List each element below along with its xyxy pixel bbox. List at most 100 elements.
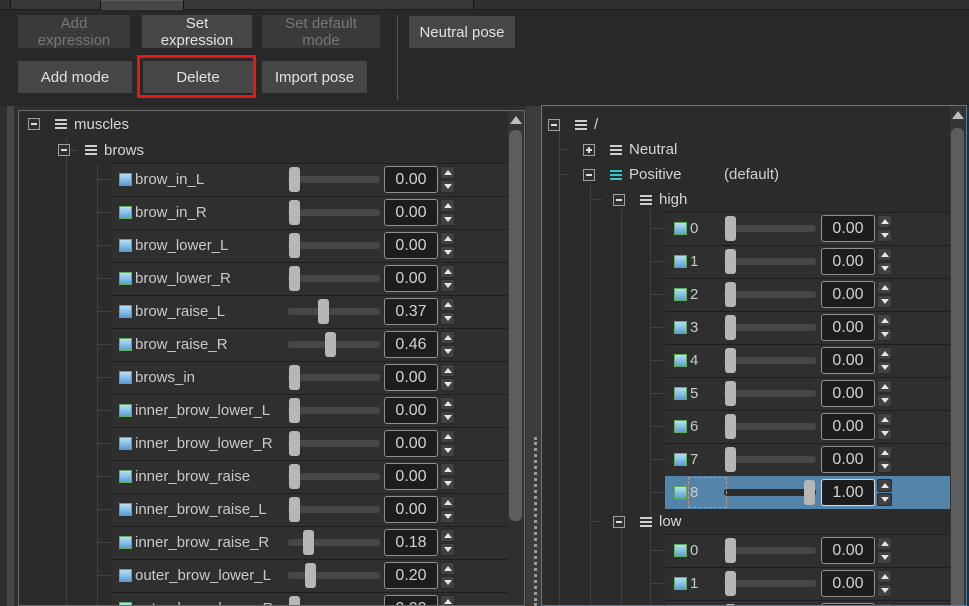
checkbox-icon[interactable] bbox=[674, 387, 687, 400]
value-slider[interactable] bbox=[288, 595, 380, 606]
target-row[interactable]: 40.00 bbox=[542, 344, 966, 377]
spin-value[interactable]: 0.37 bbox=[395, 303, 426, 321]
value-spinbox[interactable]: 0.37 bbox=[384, 298, 438, 325]
value-slider[interactable] bbox=[724, 215, 816, 242]
slider-handle[interactable] bbox=[725, 216, 736, 241]
value-spinbox[interactable]: 0.00 bbox=[821, 570, 875, 597]
collapse-icon[interactable] bbox=[58, 144, 70, 156]
checkbox-icon[interactable] bbox=[119, 173, 132, 186]
spin-value[interactable]: 0.00 bbox=[395, 204, 426, 222]
spin-up-button[interactable] bbox=[440, 298, 455, 311]
menu-icon[interactable] bbox=[640, 195, 652, 205]
tree-group-high[interactable]: high bbox=[542, 187, 966, 212]
slider-handle[interactable] bbox=[289, 464, 300, 489]
value-slider[interactable] bbox=[288, 265, 380, 292]
slider-handle[interactable] bbox=[725, 414, 736, 439]
left-splitter-handle[interactable] bbox=[7, 106, 14, 606]
slider-handle[interactable] bbox=[289, 233, 300, 258]
value-slider[interactable] bbox=[724, 314, 816, 341]
slider-handle[interactable] bbox=[289, 167, 300, 192]
spin-down-button[interactable] bbox=[877, 361, 892, 374]
muscle-row[interactable]: brow_raise_L0.37 bbox=[19, 295, 524, 328]
value-slider[interactable] bbox=[288, 529, 380, 556]
checkbox-icon[interactable] bbox=[119, 437, 132, 450]
value-slider[interactable] bbox=[724, 570, 816, 597]
checkbox-icon[interactable] bbox=[119, 503, 132, 516]
spin-up-button[interactable] bbox=[440, 430, 455, 443]
value-slider[interactable] bbox=[288, 199, 380, 226]
value-slider[interactable] bbox=[724, 380, 816, 407]
set-default-mode-button[interactable]: Set default mode bbox=[262, 15, 380, 48]
menu-icon[interactable] bbox=[575, 120, 587, 130]
value-spinbox[interactable]: 0.46 bbox=[384, 331, 438, 358]
spin-up-button[interactable] bbox=[440, 562, 455, 575]
left-scrollbar[interactable] bbox=[508, 111, 524, 605]
collapse-icon[interactable] bbox=[613, 194, 625, 206]
slider-handle[interactable] bbox=[725, 249, 736, 274]
value-spinbox[interactable]: 0.00 bbox=[821, 248, 875, 275]
spin-down-button[interactable] bbox=[440, 411, 455, 424]
checkbox-icon[interactable] bbox=[119, 272, 132, 285]
value-slider[interactable] bbox=[724, 413, 816, 440]
spin-up-button[interactable] bbox=[440, 397, 455, 410]
checkbox-icon[interactable] bbox=[674, 354, 687, 367]
spin-up-button[interactable] bbox=[877, 281, 892, 294]
spin-up-button[interactable] bbox=[877, 570, 892, 583]
checkbox-icon[interactable] bbox=[674, 288, 687, 301]
spin-down-button[interactable] bbox=[877, 493, 892, 506]
target-row[interactable]: 00.00 bbox=[542, 212, 966, 245]
spin-up-button[interactable] bbox=[877, 248, 892, 261]
slider-handle[interactable] bbox=[289, 497, 300, 522]
value-slider[interactable] bbox=[724, 479, 816, 506]
spin-value[interactable]: 0.00 bbox=[395, 501, 426, 519]
spin-up-button[interactable] bbox=[440, 463, 455, 476]
checkbox-icon[interactable] bbox=[674, 577, 687, 590]
spin-value[interactable]: 0.00 bbox=[395, 402, 426, 420]
checkbox-icon[interactable] bbox=[119, 206, 132, 219]
delete-button[interactable]: Delete bbox=[143, 61, 253, 93]
collapse-icon[interactable] bbox=[548, 119, 560, 131]
spin-down-button[interactable] bbox=[877, 295, 892, 308]
menu-icon[interactable] bbox=[85, 145, 97, 155]
checkbox-icon[interactable] bbox=[119, 536, 132, 549]
spin-value[interactable]: 0.00 bbox=[395, 369, 426, 387]
tree-group-neutral[interactable]: Neutral bbox=[542, 137, 966, 162]
spin-value[interactable]: 0.18 bbox=[395, 534, 426, 552]
spin-value[interactable]: 1.00 bbox=[832, 484, 863, 502]
spin-down-button[interactable] bbox=[440, 312, 455, 325]
value-slider[interactable] bbox=[288, 232, 380, 259]
collapse-icon[interactable] bbox=[28, 118, 40, 130]
tab-segment-3[interactable] bbox=[183, 0, 474, 9]
value-slider[interactable] bbox=[288, 331, 380, 358]
slider-handle[interactable] bbox=[725, 381, 736, 406]
set-expression-button[interactable]: Set expression bbox=[142, 15, 252, 48]
value-slider[interactable] bbox=[288, 397, 380, 424]
checkbox-icon[interactable] bbox=[119, 569, 132, 582]
checkbox-icon[interactable] bbox=[674, 453, 687, 466]
scrollbar-thumb[interactable] bbox=[509, 130, 522, 521]
value-spinbox[interactable]: 0.00 bbox=[384, 397, 438, 424]
slider-handle[interactable] bbox=[305, 563, 316, 588]
muscle-row[interactable]: brow_in_R0.00 bbox=[19, 196, 524, 229]
value-spinbox[interactable]: 0.00 bbox=[384, 166, 438, 193]
spin-up-button[interactable] bbox=[440, 232, 455, 245]
value-spinbox[interactable]: 0.00 bbox=[821, 446, 875, 473]
muscle-row[interactable]: brow_in_L0.00 bbox=[19, 163, 524, 196]
slider-handle[interactable] bbox=[725, 348, 736, 373]
spin-up-button[interactable] bbox=[440, 595, 455, 606]
value-slider[interactable] bbox=[288, 298, 380, 325]
spin-value[interactable]: 0.00 bbox=[832, 319, 863, 337]
slider-handle[interactable] bbox=[804, 480, 815, 505]
slider-handle[interactable] bbox=[725, 447, 736, 472]
spin-down-button[interactable] bbox=[877, 584, 892, 597]
target-row[interactable]: 20.00 bbox=[542, 278, 966, 311]
spin-down-button[interactable] bbox=[440, 543, 455, 556]
spin-down-button[interactable] bbox=[877, 427, 892, 440]
checkbox-icon[interactable] bbox=[674, 544, 687, 557]
checkbox-icon[interactable] bbox=[119, 470, 132, 483]
checkbox-icon[interactable] bbox=[119, 338, 132, 351]
checkbox-icon[interactable] bbox=[119, 404, 132, 417]
checkbox-icon[interactable] bbox=[119, 239, 132, 252]
spin-up-button[interactable] bbox=[877, 446, 892, 459]
value-slider[interactable] bbox=[724, 347, 816, 374]
